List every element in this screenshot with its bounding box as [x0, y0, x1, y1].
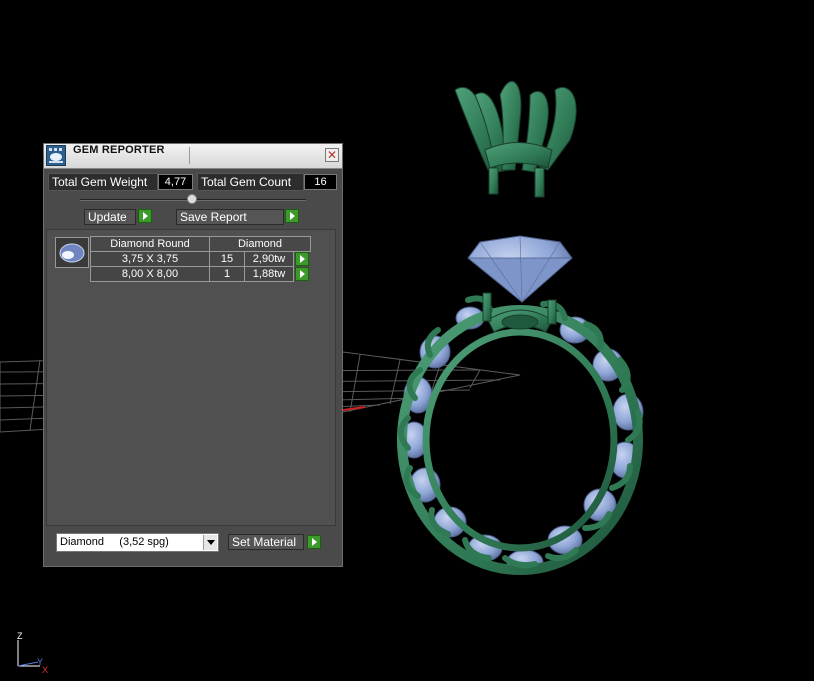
gem-reporter-app-icon [46, 145, 66, 166]
play-icon[interactable] [285, 209, 299, 223]
material-select[interactable]: Diamond (3,52 spg) [56, 533, 219, 552]
panel-titlebar[interactable]: GEM REPORTER ✕ [44, 144, 342, 169]
gem-reporter-panel: GEM REPORTER ✕ Total Gem Weight 4,77 Tot… [43, 143, 343, 567]
title-divider [189, 147, 190, 164]
gem-thumbnail-icon[interactable] [55, 237, 89, 268]
dropdown-arrow-icon[interactable] [203, 535, 217, 550]
play-icon[interactable] [307, 535, 321, 549]
axis-gizmo: Z Y X [17, 632, 48, 674]
table-row-size[interactable]: 8,00 X 8,00 [90, 266, 210, 282]
total-gem-weight-value: 4,77 [158, 174, 193, 190]
save-report-button[interactable]: Save Report [176, 209, 284, 225]
axis-x-label: X [42, 665, 48, 674]
table-header-shape: Diamond Round [90, 236, 210, 252]
total-gem-count-label: Total Gem Count [197, 173, 304, 191]
total-gem-count-value: 16 [304, 174, 337, 190]
table-header-material: Diamond [209, 236, 311, 252]
axis-z-label: Z [17, 632, 23, 641]
table-row-count[interactable]: 15 [209, 251, 245, 267]
slider-knob-icon[interactable] [187, 194, 197, 204]
update-button[interactable]: Update [84, 209, 136, 225]
total-gem-weight-label: Total Gem Weight [48, 173, 158, 191]
material-select-value: Diamond (3,52 spg) [60, 536, 169, 548]
close-icon[interactable]: ✕ [325, 148, 339, 162]
panel-title: GEM REPORTER [73, 144, 165, 156]
table-row-size[interactable]: 3,75 X 3,75 [90, 251, 210, 267]
table-row-weight[interactable]: 1,88tw [244, 266, 294, 282]
table-row-weight[interactable]: 2,90tw [244, 251, 294, 267]
play-icon[interactable] [138, 209, 152, 223]
prong-head [454, 80, 577, 198]
play-icon[interactable] [295, 252, 309, 266]
table-row-count[interactable]: 1 [209, 266, 245, 282]
set-material-button[interactable]: Set Material [228, 534, 304, 550]
play-icon[interactable] [295, 267, 309, 281]
gem-list: Diamond Round Diamond 3,75 X 3,75 15 2,9… [46, 229, 336, 526]
center-diamond [466, 235, 574, 303]
